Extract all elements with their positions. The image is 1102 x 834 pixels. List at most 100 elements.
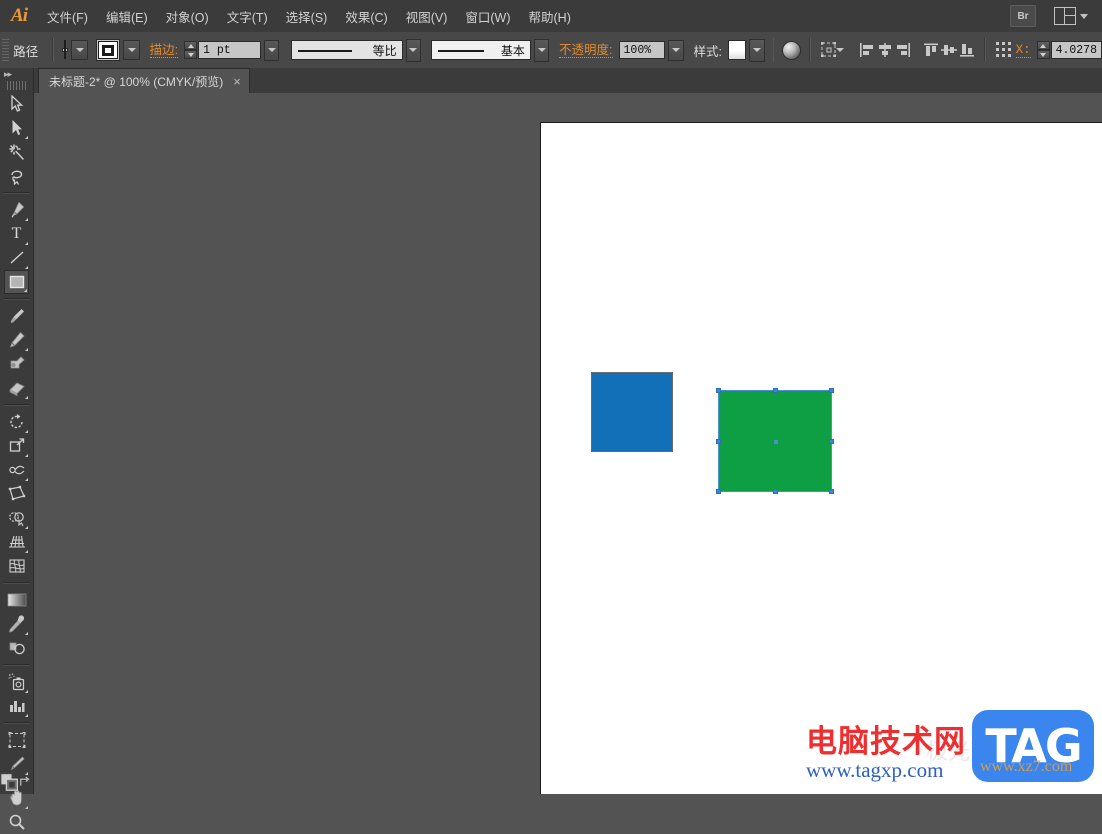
- stroke-weight-stepper[interactable]: [184, 41, 197, 59]
- align-bottom-button[interactable]: [958, 39, 976, 61]
- stroke-weight-label[interactable]: 描边:: [150, 43, 178, 58]
- divider: [809, 38, 811, 62]
- opacity-input[interactable]: 100%: [619, 41, 666, 59]
- tool-group-indicator: [25, 396, 28, 399]
- tool-pen[interactable]: [4, 198, 29, 222]
- tool-rotate[interactable]: [4, 410, 29, 434]
- tool-mesh[interactable]: [4, 554, 29, 578]
- align-middle-vertical-button[interactable]: [940, 39, 958, 61]
- swap-fill-stroke-icon[interactable]: [18, 774, 33, 790]
- menu-view[interactable]: 视图(V): [397, 0, 457, 32]
- menu-file[interactable]: 文件(F): [38, 0, 97, 32]
- tool-blend[interactable]: [4, 636, 29, 660]
- opacity-dropdown-button[interactable]: [668, 40, 684, 61]
- tool-eyedropper[interactable]: [4, 612, 29, 636]
- selection-handle-top-right[interactable]: [829, 388, 834, 393]
- gradient-tool-icon: [7, 593, 27, 607]
- brush-definition-select[interactable]: 基本: [431, 40, 531, 60]
- align-left-button[interactable]: [858, 39, 876, 61]
- stepper-up-button[interactable]: [1037, 41, 1050, 50]
- collapse-panel-icon[interactable]: ▸▸: [4, 69, 11, 80]
- tool-type[interactable]: T: [4, 222, 29, 246]
- document-tab[interactable]: 未标题-2* @ 100% (CMYK/预览) ×: [38, 68, 250, 93]
- canvas-area[interactable]: [33, 93, 1102, 794]
- tool-scale[interactable]: [4, 434, 29, 458]
- selection-handle-middle-right[interactable]: [829, 439, 834, 444]
- stepper-up-button[interactable]: [184, 41, 197, 50]
- tool-perspective-grid[interactable]: [4, 530, 29, 554]
- align-right-button[interactable]: [894, 39, 912, 61]
- selection-handle-bottom-right[interactable]: [829, 489, 834, 494]
- tool-magic-wand[interactable]: [4, 140, 29, 164]
- stepper-down-button[interactable]: [1037, 50, 1050, 59]
- selection-handle-top-center[interactable]: [773, 388, 778, 393]
- menu-object[interactable]: 对象(O): [157, 0, 218, 32]
- tool-rectangle[interactable]: [4, 270, 29, 294]
- chevron-down-icon[interactable]: [836, 48, 844, 52]
- blue-square[interactable]: [591, 372, 673, 452]
- selection-handle-bottom-center[interactable]: [773, 489, 778, 494]
- menu-type[interactable]: 文字(T): [218, 0, 277, 32]
- reference-point-icon: [994, 40, 1014, 60]
- selection-handle-top-left[interactable]: [716, 388, 721, 393]
- artboard[interactable]: [540, 122, 1102, 794]
- tools-panel-header[interactable]: ▸▸: [0, 68, 33, 80]
- close-icon[interactable]: ×: [233, 75, 241, 88]
- brush-definition-dropdown-button[interactable]: [534, 39, 550, 62]
- recolor-artwork-button[interactable]: [782, 39, 801, 61]
- watermark: 极光下载站 电脑技术网 www.tagxp.com TAG www.xz7.co…: [806, 706, 1102, 794]
- stroke-dropdown-button[interactable]: [123, 40, 140, 60]
- width-profile-dropdown-button[interactable]: [406, 39, 422, 62]
- tool-direct-selection[interactable]: [4, 116, 29, 140]
- stroke-swatch[interactable]: [98, 41, 118, 59]
- stroke-weight-input[interactable]: 1 pt: [198, 41, 261, 59]
- opacity-label[interactable]: 不透明度:: [559, 43, 612, 58]
- tool-eraser[interactable]: [4, 376, 29, 400]
- tool-group-indicator: [25, 478, 28, 481]
- divider: [52, 38, 54, 62]
- selection-handle-bottom-left[interactable]: [716, 489, 721, 494]
- tool-column-graph[interactable]: [4, 694, 29, 718]
- tool-pencil[interactable]: [4, 328, 29, 352]
- tool-paintbrush[interactable]: [4, 304, 29, 328]
- fill-dropdown-button[interactable]: [71, 40, 88, 60]
- width-profile-select[interactable]: 等比: [291, 40, 403, 60]
- tool-artboard[interactable]: [4, 728, 29, 752]
- fill-swatch[interactable]: [64, 40, 66, 59]
- x-coordinate-input[interactable]: 4.0278: [1051, 41, 1102, 59]
- graphic-style-dropdown-button[interactable]: [749, 39, 765, 62]
- arrange-documents-button[interactable]: [1054, 7, 1088, 25]
- align-top-button[interactable]: [922, 39, 940, 61]
- stepper-down-button[interactable]: [184, 50, 197, 59]
- tool-selection[interactable]: [4, 92, 29, 116]
- scale-tool-icon: [8, 437, 26, 455]
- tool-width[interactable]: [4, 458, 29, 482]
- x-coordinate-stepper[interactable]: [1037, 41, 1050, 59]
- tool-free-transform[interactable]: [4, 482, 29, 506]
- tool-lasso[interactable]: [4, 164, 29, 188]
- bridge-button[interactable]: Br: [1010, 5, 1036, 27]
- tool-blob-brush[interactable]: [4, 352, 29, 376]
- stroke-weight-dropdown-button[interactable]: [264, 40, 280, 61]
- fill-stroke-indicator-icon[interactable]: [0, 772, 18, 792]
- transform-reference-point-button[interactable]: [994, 39, 1014, 61]
- tool-group-indicator: [25, 266, 28, 269]
- menu-bar-right-group: Br: [1010, 5, 1102, 27]
- tool-shape-builder[interactable]: [4, 506, 29, 530]
- menu-bar: Ai 文件(F) 编辑(E) 对象(O) 文字(T) 选择(S) 效果(C) 视…: [0, 0, 1102, 32]
- menu-select[interactable]: 选择(S): [277, 0, 337, 32]
- tools-panel-grip[interactable]: [7, 81, 27, 90]
- menu-help[interactable]: 帮助(H): [520, 0, 580, 32]
- tool-symbol-sprayer[interactable]: [4, 670, 29, 694]
- tool-zoom[interactable]: [4, 810, 29, 834]
- tool-gradient[interactable]: [4, 588, 29, 612]
- control-panel-grip[interactable]: [2, 39, 9, 61]
- menu-effect[interactable]: 效果(C): [336, 0, 396, 32]
- graphic-style-swatch[interactable]: [728, 40, 746, 60]
- tool-group-indicator: [25, 690, 28, 693]
- menu-edit[interactable]: 编辑(E): [97, 0, 157, 32]
- selection-handle-middle-left[interactable]: [716, 439, 721, 444]
- align-center-horizontal-button[interactable]: [876, 39, 894, 61]
- tool-line-segment[interactable]: [4, 246, 29, 270]
- menu-window[interactable]: 窗口(W): [456, 0, 519, 32]
